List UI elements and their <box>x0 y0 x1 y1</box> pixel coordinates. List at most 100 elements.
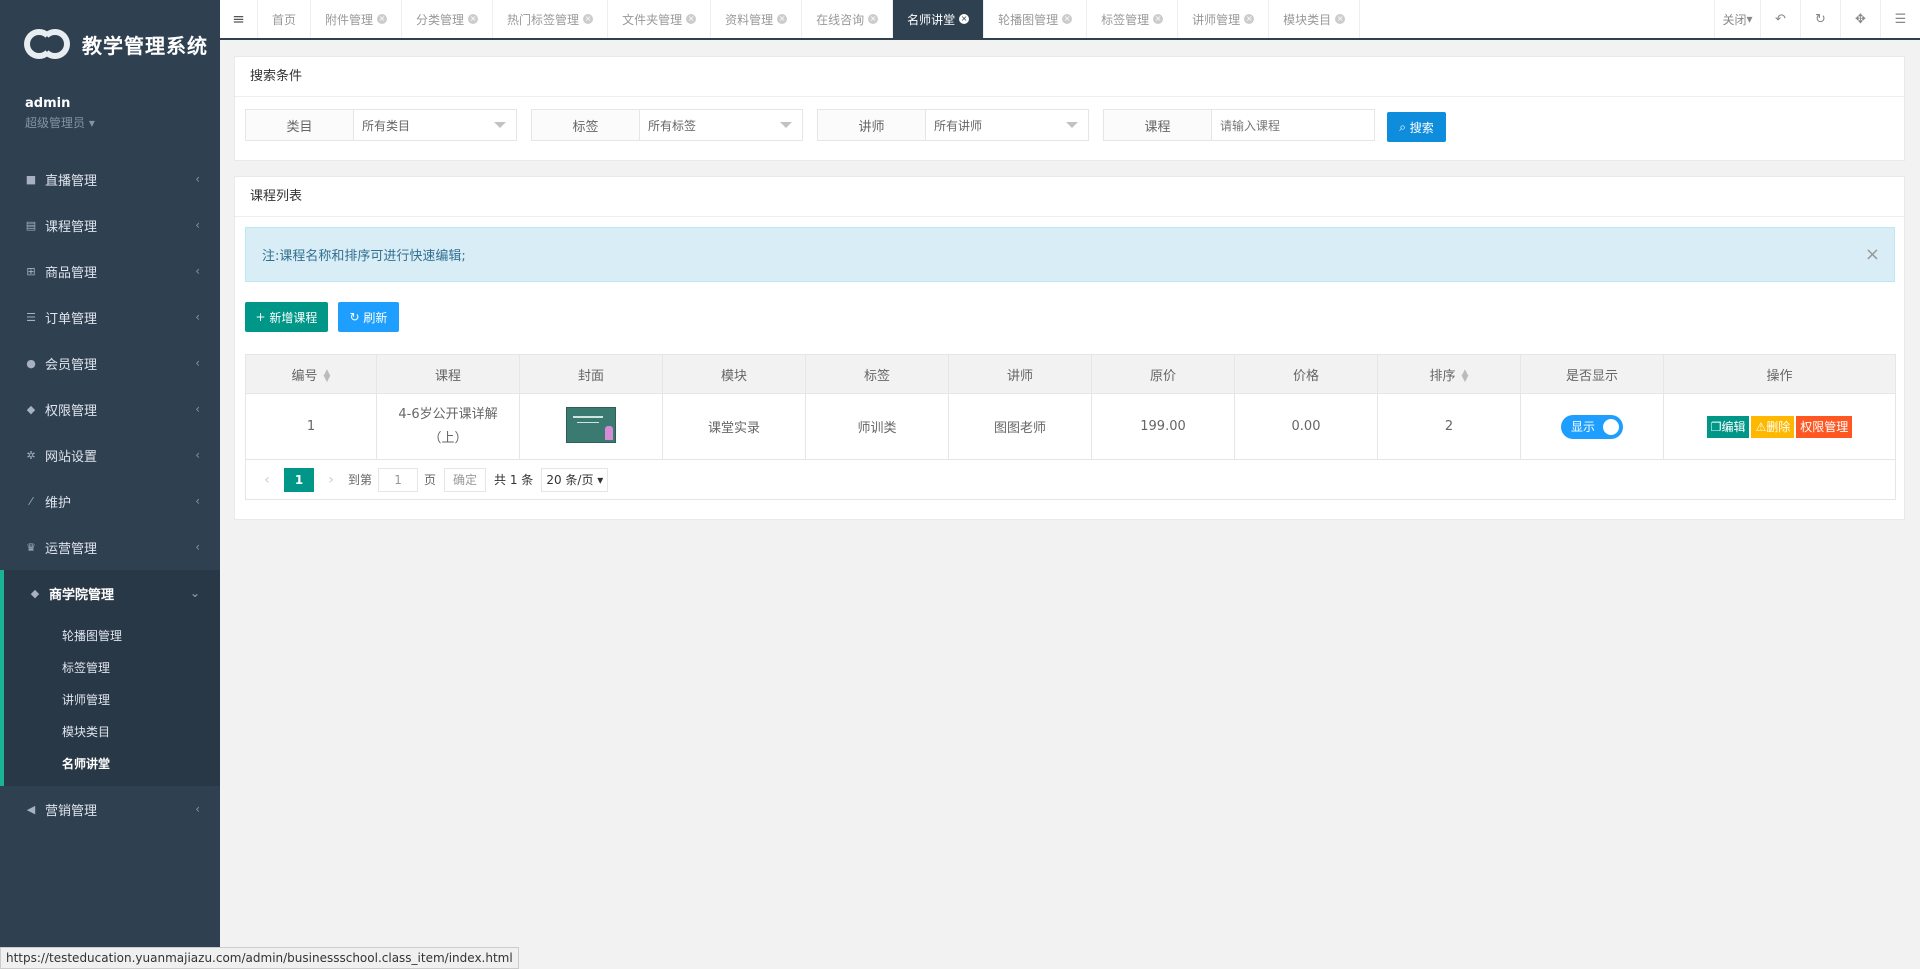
refresh-button[interactable]: ↻ 刷新 <box>338 302 399 332</box>
tab-tags[interactable]: 标签管理 × <box>1087 0 1179 38</box>
goto-label: 到第 <box>348 473 373 487</box>
tab-materials[interactable]: 资料管理 × <box>711 0 803 38</box>
sidebar-subitem-tags[interactable]: 标签管理 <box>4 652 220 684</box>
close-icon[interactable]: × <box>1062 14 1073 24</box>
tab-categories[interactable]: 分类管理 × <box>402 0 494 38</box>
course-search-input[interactable]: 请输入课程 <box>1212 110 1374 140</box>
sort-icon[interactable]: ▲ ▼ <box>324 369 331 384</box>
cell-teacher: 图图老师 <box>948 393 1092 460</box>
sidebar-item-maintain[interactable]: ⁄ 维护 ‹ <box>0 478 220 524</box>
col-id[interactable]: 编号 ▲ ▼ <box>245 354 377 394</box>
add-course-button[interactable]: + 新增课程 <box>245 302 328 332</box>
delete-button[interactable]: ⚠删除 <box>1751 415 1795 438</box>
sidebar-item-site-settings[interactable]: ✲ 网站设置 ‹ <box>0 432 220 478</box>
chevron-left-icon: ‹ <box>195 402 200 416</box>
chevron-left-icon: ‹ <box>195 264 200 278</box>
tab-hot-tags[interactable]: 热门标签管理 × <box>493 0 609 38</box>
tab-home[interactable]: 首页 <box>258 0 312 38</box>
sidebar: 教学管理系统 admin 超级管理员 ▾ ■ 直播管理 ‹ ▤ 课程管理 ‹ ⊞ 商品管理… <box>0 0 220 969</box>
logo[interactable]: 教学管理系统 <box>0 0 220 88</box>
user-icon: ● <box>26 356 36 370</box>
close-icon[interactable]: × <box>959 14 970 24</box>
sidebar-subitem-modules[interactable]: 模块类目 <box>4 716 220 748</box>
close-icon[interactable]: × <box>1244 14 1255 24</box>
sidebar-item-marketing[interactable]: ◀ 营销管理 ‹ <box>0 786 220 832</box>
close-icon[interactable]: × <box>686 14 697 24</box>
list-title: 课程列表 <box>235 177 1904 217</box>
cell-sort[interactable]: 2 <box>1377 393 1521 460</box>
prev-page-icon[interactable]: ‹ <box>256 472 278 488</box>
edit-button[interactable]: ❐编辑 <box>1706 415 1750 438</box>
tab-teachers[interactable]: 讲师管理 × <box>1178 0 1270 38</box>
col-show: 是否显示 <box>1520 354 1664 394</box>
close-icon[interactable]: × <box>1335 14 1346 24</box>
page-current[interactable]: 1 <box>284 467 314 492</box>
cell-orig-price: 199.00 <box>1091 393 1235 460</box>
tab-banner[interactable]: 轮播图管理 × <box>984 0 1088 38</box>
sidebar-item-course[interactable]: ▤ 课程管理 ‹ <box>0 202 220 248</box>
search-button[interactable]: ⌕ 搜索 <box>1387 112 1446 142</box>
cell-actions: ❐编辑 ⚠删除 权限管理 <box>1663 393 1896 460</box>
logo-icon <box>24 27 72 61</box>
sidebar-item-goods[interactable]: ⊞ 商品管理 ‹ <box>0 248 220 294</box>
show-toggle[interactable]: 显示 <box>1561 414 1623 439</box>
table-header-row: 编号 ▲ ▼ 课程 封面 模块 标签 讲师 原价 价格 排序 ▲ ▼ 是否显示 操作 <box>245 354 1896 394</box>
cover-thumbnail[interactable] <box>566 406 616 443</box>
user-role-dropdown[interactable]: 超级管理员 ▾ <box>25 114 220 131</box>
cell-course[interactable]: 4-6岁公开课详解（上） <box>376 393 520 460</box>
tag-select[interactable]: 所有标签 <box>640 110 802 140</box>
page-input[interactable]: 1 <box>378 467 419 492</box>
fullscreen-button[interactable]: ✥ <box>1840 0 1880 38</box>
sidebar-item-order[interactable]: ☰ 订单管理 ‹ <box>0 294 220 340</box>
col-sort[interactable]: 排序 ▲ ▼ <box>1377 354 1521 394</box>
next-page-icon[interactable]: › <box>320 472 342 488</box>
sidebar-item-live[interactable]: ■ 直播管理 ‹ <box>0 156 220 202</box>
page-size-select[interactable]: 20 条/页 ▾ <box>541 467 609 492</box>
close-tabs-dropdown[interactable]: 关闭 ▾ <box>1714 0 1760 38</box>
category-select[interactable]: 所有类目 <box>354 110 516 140</box>
course-filter: 课程 请输入课程 <box>1103 109 1375 141</box>
book-icon: ▤ <box>25 218 37 232</box>
theme-button[interactable]: ☰ <box>1880 0 1920 38</box>
user-name: admin <box>25 96 71 111</box>
sidebar-subitem-famous-lectures[interactable]: 名师讲堂 <box>4 748 220 780</box>
chevron-left-icon: ‹ <box>195 494 200 508</box>
close-icon[interactable]: × <box>1153 14 1164 24</box>
close-icon[interactable]: × <box>468 14 479 24</box>
reload-button[interactable]: ↻ <box>1800 0 1840 38</box>
sidebar-item-permission[interactable]: ◆ 权限管理 ‹ <box>0 386 220 432</box>
sidebar-item-business-school[interactable]: ◆ 商学院管理 ⌄ <box>0 570 220 616</box>
sidebar-subitem-banner[interactable]: 轮播图管理 <box>4 620 220 652</box>
close-icon[interactable]: × <box>583 14 594 24</box>
sidebar-subitem-teachers[interactable]: 讲师管理 <box>4 684 220 716</box>
tab-consult[interactable]: 在线咨询 × <box>802 0 894 38</box>
tab-attachments[interactable]: 附件管理 × <box>311 0 403 38</box>
close-icon[interactable]: × <box>377 14 388 24</box>
sort-icon[interactable]: ▲ ▼ <box>1462 369 1469 384</box>
permission-button[interactable]: 权限管理 <box>1796 415 1853 438</box>
copy-icon: ❐ <box>1710 419 1722 434</box>
users-icon: ◆ <box>30 586 40 600</box>
warning-icon: ⚠ <box>1755 419 1767 434</box>
sidebar-item-operation[interactable]: ♛ 运营管理 ‹ <box>0 524 220 570</box>
col-orig-price: 原价 <box>1091 354 1235 394</box>
tab-modules[interactable]: 模块类目 × <box>1269 0 1361 38</box>
menu-toggle-button[interactable]: ≡ <box>220 0 258 38</box>
close-icon[interactable]: × <box>868 14 879 24</box>
chevron-left-icon: ‹ <box>195 540 200 554</box>
col-module: 模块 <box>662 354 806 394</box>
sidebar-item-member[interactable]: ● 会员管理 ‹ <box>0 340 220 386</box>
undo-icon: ↶ <box>1775 11 1786 27</box>
total-count: 共 1 条 <box>494 473 534 487</box>
teacher-select[interactable]: 所有讲师 <box>926 110 1088 140</box>
close-icon[interactable]: × <box>777 14 788 24</box>
cell-module: 课堂实录 <box>662 393 806 460</box>
col-tag: 标签 <box>805 354 949 394</box>
page-confirm-button[interactable]: 确定 <box>444 467 487 492</box>
close-icon[interactable]: × <box>1865 244 1880 265</box>
list-panel: 课程列表 注:课程名称和排序可进行快速编辑; × + 新增课程 ↻ 刷新 编号 ▲… <box>234 176 1905 520</box>
back-button[interactable]: ↶ <box>1760 0 1800 38</box>
tab-folders[interactable]: 文件夹管理 × <box>608 0 712 38</box>
app-title: 教学管理系统 <box>82 33 208 58</box>
tab-famous-lectures[interactable]: 名师讲堂 × <box>893 0 985 38</box>
